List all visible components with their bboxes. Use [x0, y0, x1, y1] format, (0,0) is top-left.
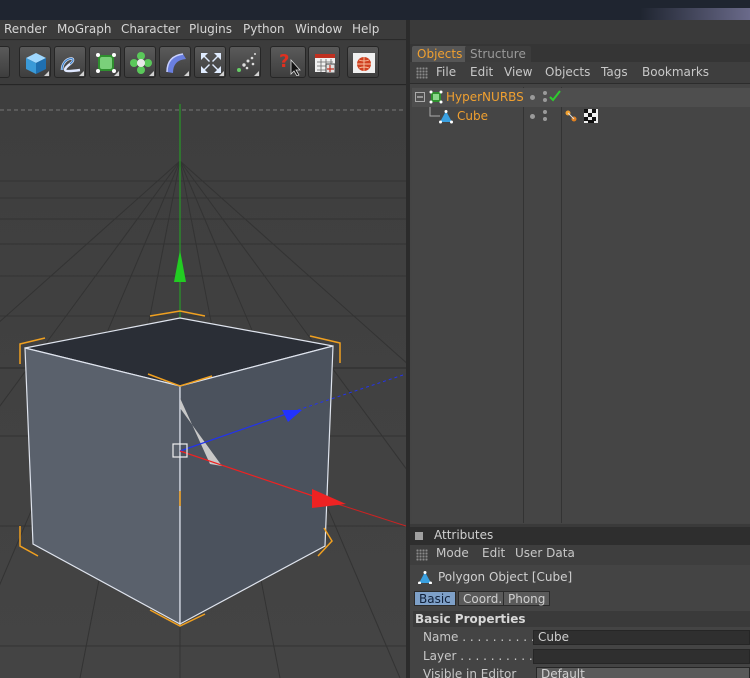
timeline-icon — [315, 54, 336, 74]
attrmenu-mode[interactable]: Mode — [436, 546, 469, 560]
property-label-visible-in-editor: Visible in Editor — [423, 667, 517, 678]
object-row-cube[interactable]: Cube — [412, 107, 750, 126]
nurbs-generator-button[interactable] — [89, 46, 121, 78]
column-separator[interactable] — [523, 87, 524, 523]
timeline-button[interactable] — [308, 46, 340, 78]
objmenu-tags[interactable]: Tags — [601, 65, 628, 79]
menu-plugins[interactable]: Plugins — [189, 22, 232, 36]
enabled-check-icon[interactable] — [549, 90, 561, 102]
objmenu-view[interactable]: View — [504, 65, 532, 79]
svg-text:?: ? — [279, 51, 289, 72]
attrmenu-user-data[interactable]: User Data — [515, 546, 575, 560]
array-generator-button[interactable] — [124, 46, 156, 78]
attributes-menu: Mode Edit User Data — [410, 545, 750, 565]
attr-tab-basic[interactable]: Basic — [414, 591, 456, 606]
visible-in-editor-dropdown[interactable]: Default — [536, 667, 750, 678]
property-label-layer: Layer . . . . . . . . . . . . — [423, 649, 549, 663]
polygon-icon — [439, 110, 453, 124]
help-cursor-icon: ? — [279, 51, 301, 76]
main-toolbar: ? — [0, 41, 408, 85]
object-list[interactable] — [412, 87, 750, 523]
help-pointer-button[interactable]: ? — [270, 46, 306, 78]
property-label-name: Name . . . . . . . . . . . . — [423, 630, 550, 644]
objmenu-file[interactable]: File — [436, 65, 456, 79]
objmenu-objects[interactable]: Objects — [545, 65, 590, 79]
spline-tool-button[interactable] — [54, 46, 86, 78]
polygon-icon — [418, 571, 432, 584]
basic-properties-section: Basic Properties — [413, 611, 750, 627]
phong-tag-icon[interactable] — [564, 109, 578, 123]
menu-python[interactable]: Python — [243, 22, 285, 36]
viewport-canvas[interactable] — [0, 86, 406, 678]
attributes-object-title: Polygon Object [Cube] — [438, 570, 573, 584]
layer-field[interactable] — [533, 649, 750, 664]
collapse-icon[interactable] — [415, 92, 425, 102]
attributes-title: Attributes — [434, 528, 494, 542]
menu-window[interactable]: Window — [295, 22, 342, 36]
grip-icon[interactable] — [416, 549, 428, 561]
editor-visibility-dot[interactable] — [530, 95, 535, 100]
menu-render[interactable]: Render — [4, 22, 47, 36]
column-separator[interactable] — [561, 87, 562, 523]
objmenu-bookmarks[interactable]: Bookmarks — [642, 65, 709, 79]
attrmenu-edit[interactable]: Edit — [482, 546, 505, 560]
render-settings-button[interactable] — [347, 46, 379, 78]
object-manager-tabs: Objects Structure — [410, 44, 750, 62]
window-glow — [640, 8, 750, 20]
render-globe-icon — [353, 53, 375, 73]
render-visibility-dot[interactable] — [543, 117, 547, 121]
attributes-header: Attributes — [410, 527, 750, 545]
tab-structure[interactable]: Structure — [465, 46, 531, 62]
cube-primitive-button[interactable] — [19, 46, 51, 78]
main-menubar: Render MoGraph Character Plugins Python … — [0, 20, 408, 40]
render-visibility-dot[interactable] — [543, 110, 547, 114]
object-name[interactable]: Cube — [457, 109, 488, 123]
grip-icon[interactable] — [416, 67, 428, 79]
tool-partial[interactable] — [0, 46, 10, 78]
object-manager-menu: File Edit View Objects Tags Bookmarks — [410, 62, 750, 84]
name-field[interactable]: Cube — [533, 630, 750, 645]
menu-character[interactable]: Character — [121, 22, 180, 36]
attr-tab-coord[interactable]: Coord. — [458, 591, 508, 606]
render-visibility-dot[interactable] — [543, 91, 547, 95]
editor-visibility-dot[interactable] — [530, 114, 535, 119]
panel-menu-icon[interactable] — [415, 532, 423, 540]
attr-tab-phong[interactable]: Phong — [503, 591, 551, 606]
scene-tool-button[interactable] — [194, 46, 226, 78]
object-name[interactable]: HyperNURBS — [446, 90, 524, 104]
particle-emitter-button[interactable] — [229, 46, 261, 78]
render-visibility-dot[interactable] — [543, 98, 547, 102]
title-strip — [0, 0, 750, 20]
menu-mograph[interactable]: MoGraph — [57, 22, 112, 36]
object-row-hypernurbs[interactable]: HyperNURBS — [412, 88, 750, 107]
objmenu-edit[interactable]: Edit — [470, 65, 493, 79]
menu-help[interactable]: Help — [352, 22, 379, 36]
hypernurbs-icon — [429, 90, 443, 104]
tab-objects[interactable]: Objects — [412, 46, 468, 62]
deformer-button[interactable] — [159, 46, 191, 78]
texture-tag-icon[interactable] — [584, 109, 598, 123]
3d-viewport[interactable] — [0, 86, 406, 678]
